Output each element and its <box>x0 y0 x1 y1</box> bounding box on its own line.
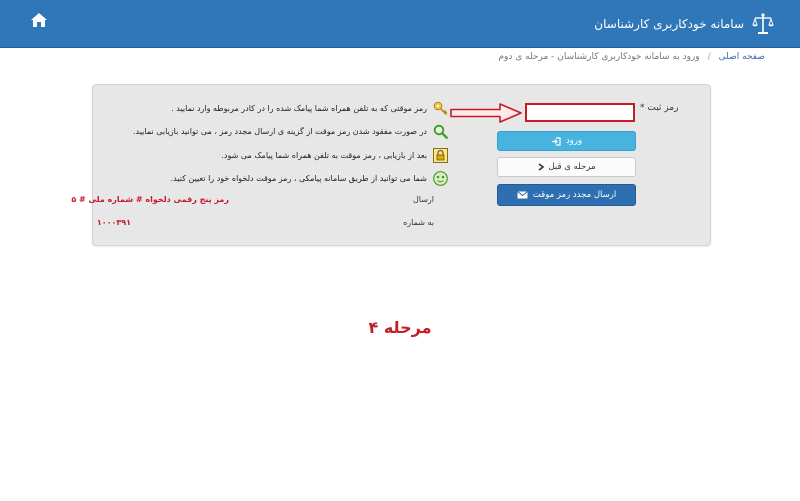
info-line-2: در صورت مفقود شدن رمز موقت از گزینه ی ار… <box>133 126 427 136</box>
chevron-right-icon <box>538 163 544 171</box>
previous-step-label: مرحله ی قبل <box>548 162 596 172</box>
home-icon[interactable] <box>30 12 48 28</box>
send-value: رمز پنج رقمی دلخواه # شماره ملی # ۵ <box>71 195 229 204</box>
envelope-icon <box>516 191 528 199</box>
login-button[interactable]: ورود <box>497 131 636 151</box>
breadcrumb-separator: / <box>707 52 711 62</box>
info-line-custom: شما می توانید از طریق سامانه پیامکی ، رم… <box>171 170 448 186</box>
info-line-temp-password: رمز موقتی که به تلفن همراه شما پیامک شده… <box>171 100 448 116</box>
to-number-value: ۱۰۰۰۳۹۱ <box>96 218 131 227</box>
previous-step-button[interactable]: مرحله ی قبل <box>497 157 636 177</box>
info-line-recover: در صورت مفقود شدن رمز موقت از گزینه ی ار… <box>133 123 448 139</box>
to-number-label: به شماره <box>403 218 434 227</box>
info-line-4: شما می توانید از طریق سامانه پیامکی ، رم… <box>170 173 427 183</box>
top-navbar: سامانه خودکاربری کارشناسان <box>0 0 800 48</box>
key-icon <box>433 101 448 115</box>
password-input[interactable] <box>525 103 635 122</box>
red-arrow-icon <box>450 103 522 123</box>
breadcrumb-current: ورود به سامانه خودکاربری کارشناسان - مرح… <box>498 52 700 62</box>
info-line-1: رمز موقتی که به تلفن همراه شما پیامک شده… <box>171 103 427 113</box>
info-line-sms: بعد از بازیابی ، رمز موقت به تلفن همراه … <box>221 147 448 163</box>
send-label: ارسال <box>412 195 434 204</box>
resend-password-button[interactable]: ارسال مجدد رمز موقت <box>497 184 636 206</box>
app-title: سامانه خودکاربری کارشناسان <box>594 17 744 31</box>
lock-icon <box>433 147 448 163</box>
info-line-3: بعد از بازیابی ، رمز موقت به تلفن همراه … <box>221 150 427 160</box>
password-label: رمز ثبت * <box>640 103 679 113</box>
magnifier-icon <box>433 124 448 139</box>
login-button-label: ورود <box>565 136 583 146</box>
scales-of-justice-icon <box>752 13 774 34</box>
resend-password-label: ارسال مجدد رمز موقت <box>532 190 617 200</box>
breadcrumb-home[interactable]: صفحه اصلی <box>719 52 765 62</box>
brand[interactable]: سامانه خودکاربری کارشناسان <box>594 12 774 36</box>
breadcrumb: صفحه اصلی / ورود به سامانه خودکاربری کار… <box>498 52 765 62</box>
green-badge-icon <box>433 170 448 186</box>
step-title: مرحله ۴ <box>368 318 432 337</box>
sign-in-icon <box>551 136 561 146</box>
